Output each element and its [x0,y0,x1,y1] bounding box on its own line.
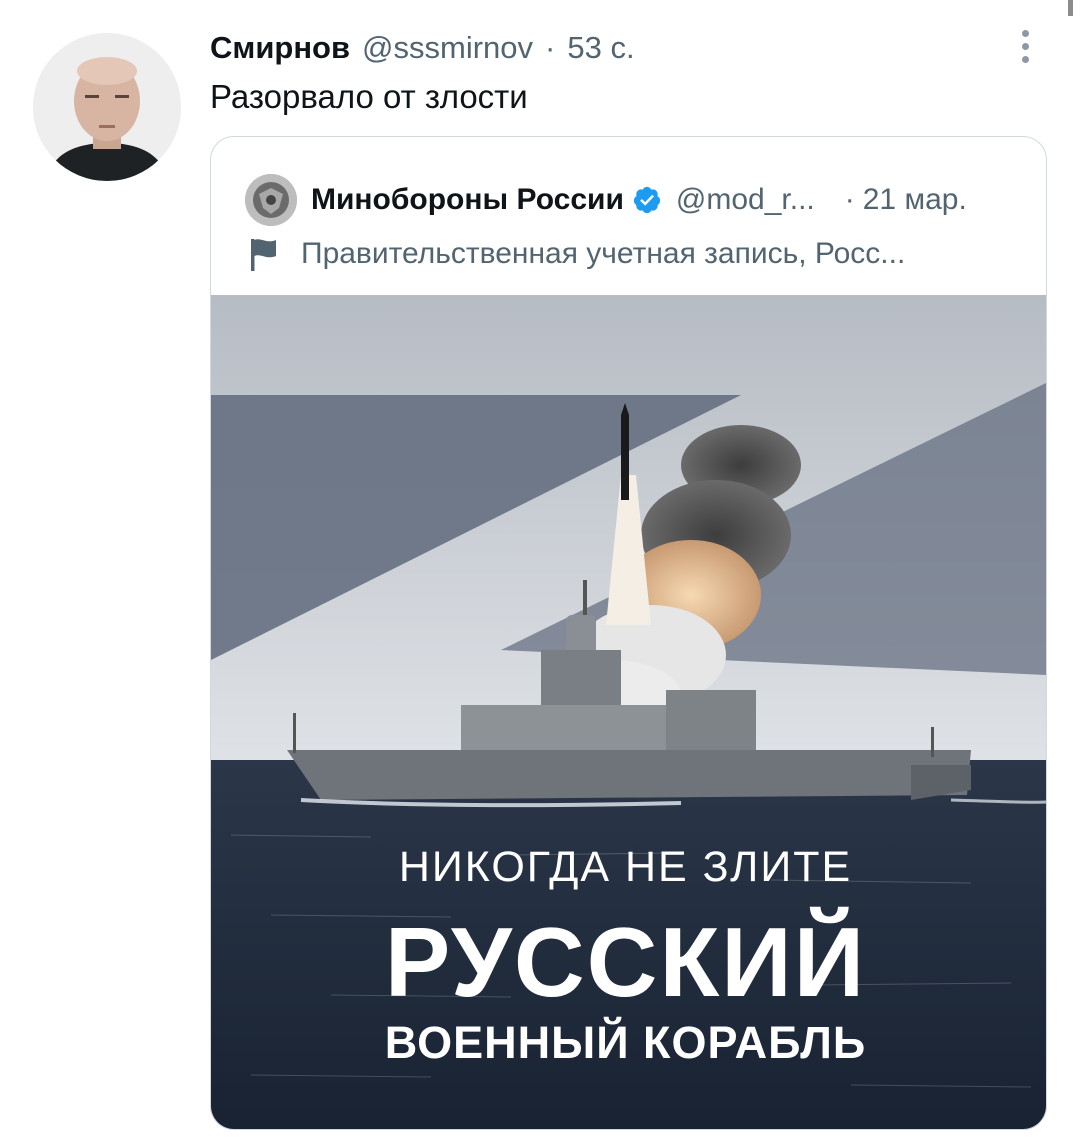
tweet-header: Смирнов @sssmirnov · 53 с. [210,28,635,68]
separator-dot: · [844,183,855,216]
emblem-icon [245,174,297,226]
separator-dot: · [545,30,556,65]
quoted-tweet-card[interactable]: Минобороны России @mod_r... · 21 мар. Пр… [210,136,1047,1130]
scrollbar[interactable] [1068,0,1073,16]
user-photo [33,33,181,181]
more-vertical-icon[interactable] [1010,26,1040,66]
tweet-text: Разорвало от злости [210,78,528,115]
poster-line1: НИКОГДА НЕ ЗЛИТЕ [398,843,853,891]
author-name[interactable]: Смирнов [210,30,350,66]
poster-line2: РУССКИЙ [384,907,867,1017]
poster-line3: ВОЕННЫЙ КОРАБЛЬ [384,1017,867,1068]
quoted-author-avatar[interactable] [245,174,297,226]
quoted-tweet-timestamp[interactable]: 21 мар. [863,183,967,217]
government-account-label[interactable]: Правительственная учетная запись, Росс..… [247,234,905,274]
author-handle[interactable]: @sssmirnov [362,30,533,66]
flag-icon [251,239,276,271]
quoted-author-handle[interactable]: @mod_r... [676,183,815,217]
quoted-author-name[interactable]: Минобороны России [311,183,624,217]
verified-badge-icon [633,186,661,214]
quoted-tweet-header: Минобороны России @mod_r... · 21 мар. [245,174,967,226]
author-avatar[interactable] [33,33,181,181]
tweet-timestamp[interactable]: 53 с. [567,30,634,66]
government-label-text: Правительственная учетная запись, Росс..… [301,237,906,270]
quoted-tweet-image[interactable]: НИКОГДА НЕ ЗЛИТЕ РУССКИЙ ВОЕННЫЙ КОРАБЛЬ [211,295,1046,1129]
